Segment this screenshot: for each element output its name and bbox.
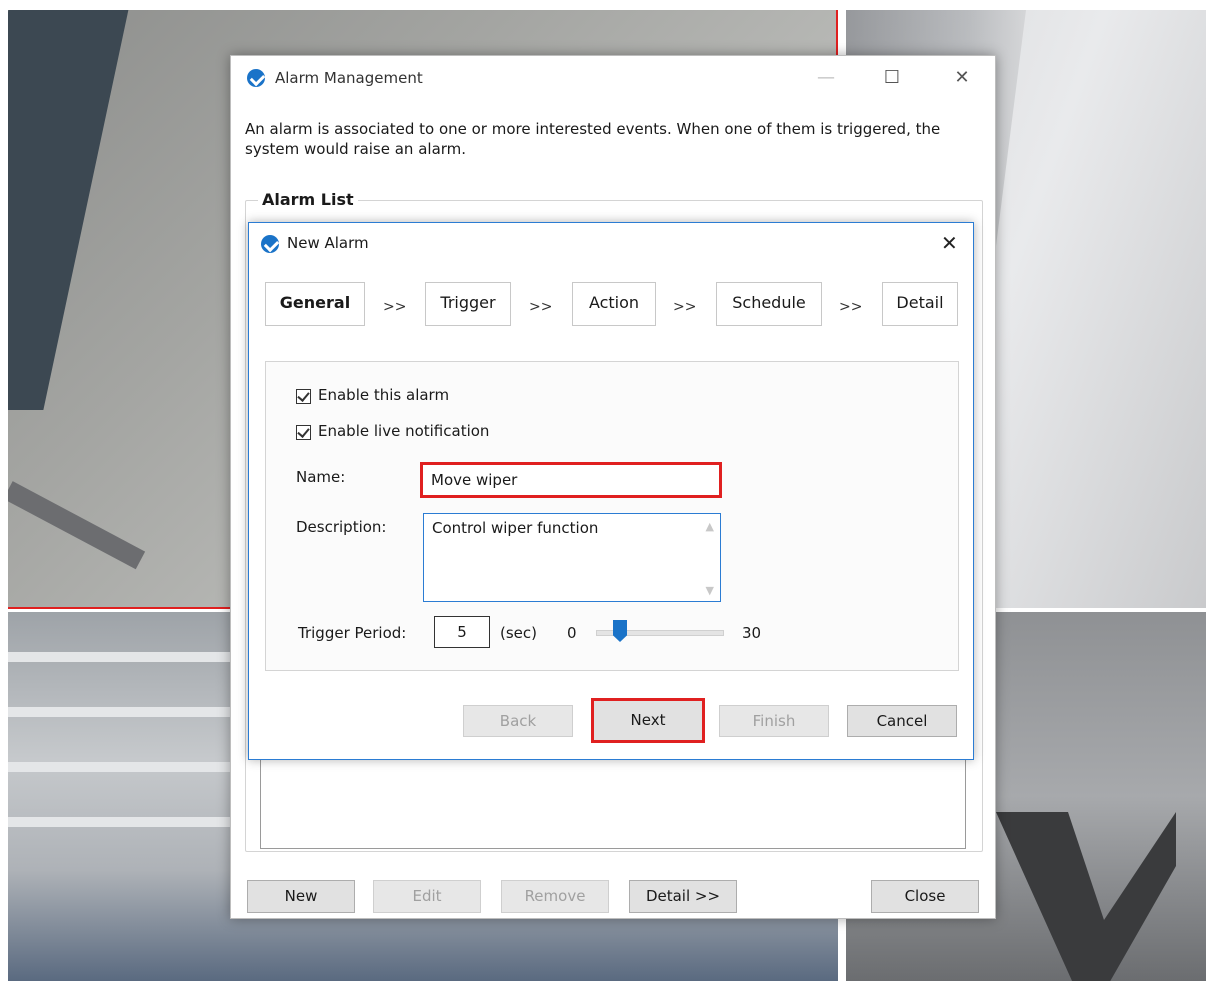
remove-button[interactable]: Remove bbox=[501, 880, 609, 913]
description-label: Description: bbox=[296, 518, 387, 536]
detail-button[interactable]: Detail >> bbox=[629, 880, 737, 913]
step-separator: >> bbox=[839, 299, 863, 315]
dialog-logo-icon bbox=[261, 235, 279, 253]
scroll-down-icon[interactable]: ▼ bbox=[706, 584, 714, 597]
enable-live-checkbox[interactable] bbox=[296, 425, 311, 440]
slider-max-label: 30 bbox=[742, 624, 762, 642]
enable-alarm-checkbox[interactable] bbox=[296, 389, 311, 404]
name-input[interactable]: Move wiper bbox=[420, 462, 722, 498]
dialog-title: New Alarm bbox=[287, 234, 369, 252]
trigger-period-label: Trigger Period: bbox=[298, 624, 407, 642]
step-separator: >> bbox=[383, 299, 407, 315]
dialog-close-icon[interactable]: ✕ bbox=[941, 231, 958, 255]
close-icon[interactable]: ✕ bbox=[947, 64, 977, 92]
finish-button[interactable]: Finish bbox=[719, 705, 829, 737]
trigger-period-input[interactable]: 5 bbox=[434, 616, 490, 648]
step-general[interactable]: General bbox=[265, 282, 365, 326]
step-separator: >> bbox=[673, 299, 697, 315]
scroll-up-icon[interactable]: ▲ bbox=[706, 520, 714, 533]
step-action[interactable]: Action bbox=[572, 282, 656, 326]
enable-alarm-label: Enable this alarm bbox=[318, 386, 450, 404]
trigger-period-unit: (sec) bbox=[500, 624, 537, 642]
description-textarea[interactable]: Control wiper function ▲ ▼ bbox=[423, 513, 721, 602]
cancel-button[interactable]: Cancel bbox=[847, 705, 957, 737]
app-logo-icon bbox=[247, 69, 265, 87]
step-separator: >> bbox=[529, 299, 553, 315]
next-button[interactable]: Next bbox=[591, 698, 705, 743]
maximize-icon[interactable]: ☐ bbox=[877, 64, 907, 92]
window-title: Alarm Management bbox=[275, 69, 423, 87]
step-detail[interactable]: Detail bbox=[882, 282, 958, 326]
step-schedule[interactable]: Schedule bbox=[716, 282, 822, 326]
edit-button[interactable]: Edit bbox=[373, 880, 481, 913]
minimize-icon[interactable]: — bbox=[811, 64, 841, 92]
general-panel: Enable this alarm Enable live notificati… bbox=[265, 361, 959, 671]
description-text: Control wiper function bbox=[432, 519, 599, 537]
window-description: An alarm is associated to one or more in… bbox=[245, 120, 941, 158]
close-button[interactable]: Close bbox=[871, 880, 979, 913]
new-button[interactable]: New bbox=[247, 880, 355, 913]
slider-min-label: 0 bbox=[567, 624, 577, 642]
title-bar: Alarm Management — ☐ ✕ bbox=[231, 56, 995, 100]
trigger-period-slider-thumb[interactable] bbox=[613, 620, 627, 642]
name-label: Name: bbox=[296, 468, 346, 486]
new-alarm-dialog: New Alarm ✕ General >> Trigger >> Action… bbox=[248, 222, 974, 760]
step-trigger[interactable]: Trigger bbox=[425, 282, 511, 326]
enable-live-label: Enable live notification bbox=[318, 422, 490, 440]
alarm-list-label: Alarm List bbox=[258, 190, 358, 209]
back-button[interactable]: Back bbox=[463, 705, 573, 737]
